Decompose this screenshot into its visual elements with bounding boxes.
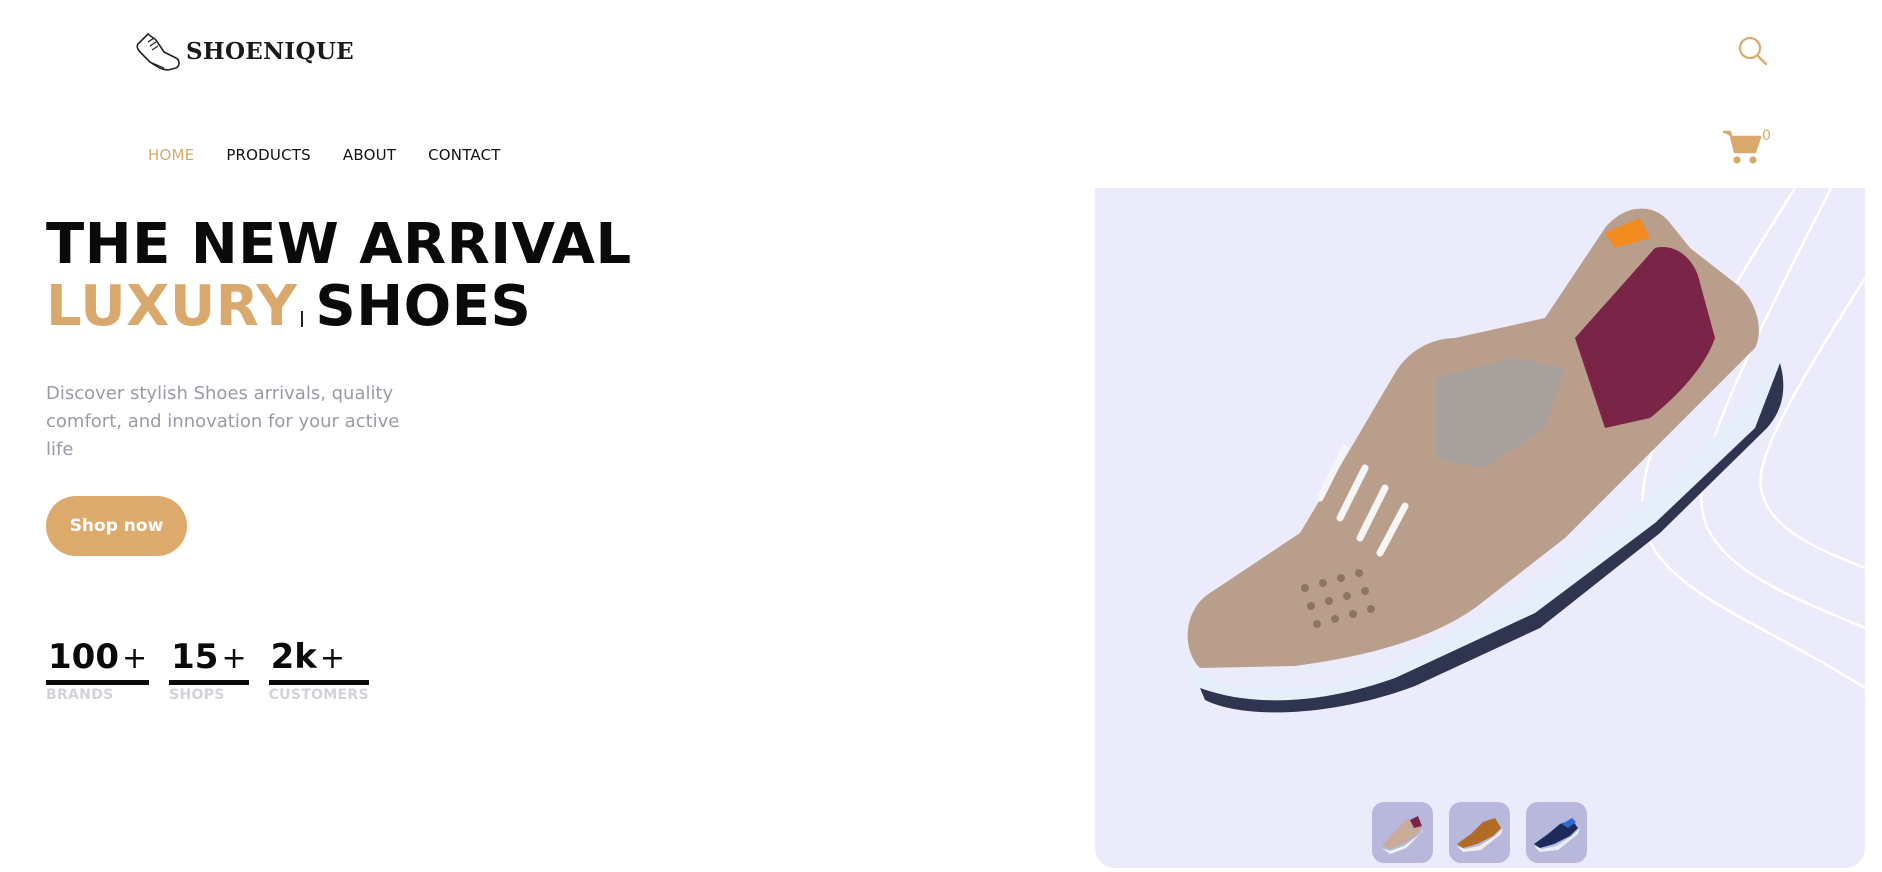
nav-contact[interactable]: CONTACT xyxy=(428,146,501,164)
cart-count-badge: 0 xyxy=(1762,128,1771,144)
typing-caret xyxy=(301,311,304,327)
nav-about[interactable]: ABOUT xyxy=(343,146,396,164)
stats-row: 100 + BRANDS 15 + SHOPS 2k + CUSTOMERS xyxy=(46,636,369,703)
sneaker-outline-icon xyxy=(136,32,180,71)
thumbnail-strip xyxy=(1372,802,1587,863)
navy-sneaker-thumbnail-icon xyxy=(1534,818,1580,852)
hero-title-rest: SHOES xyxy=(315,274,532,339)
shop-now-button[interactable]: Shop now xyxy=(46,496,187,556)
hero-title-line2: LUXURY SHOES xyxy=(46,276,632,338)
main-nav: HOME PRODUCTS ABOUT CONTACT xyxy=(148,146,501,164)
stat-label: BRANDS xyxy=(46,687,114,703)
thumbnail-brown-sneaker[interactable] xyxy=(1449,802,1510,863)
stat-customers: 2k + CUSTOMERS xyxy=(268,636,369,703)
hero-title-line1: THE NEW ARRIVAL xyxy=(46,212,632,277)
hero-subtitle: Discover stylish Shoes arrivals, quality… xyxy=(46,383,400,460)
stat-value: 2k + xyxy=(268,636,369,685)
stat-brands: 100 + BRANDS xyxy=(46,636,150,703)
cart-icon xyxy=(1723,130,1762,164)
stat-label: CUSTOMERS xyxy=(268,687,369,703)
brand-logo[interactable]: SHOENIQUE xyxy=(134,30,354,72)
hero-heading: THE NEW ARRIVAL LUXURY SHOES xyxy=(46,214,632,338)
thumbnail-beige-sneaker[interactable] xyxy=(1372,802,1433,863)
product-showcase xyxy=(1095,188,1865,868)
featured-sneaker-image xyxy=(1187,208,1784,713)
cart-button[interactable]: 0 xyxy=(1722,124,1782,168)
hero-title-accent: LUXURY xyxy=(46,274,298,339)
beige-sneaker-thumbnail-icon xyxy=(1382,816,1424,854)
nav-home[interactable]: HOME xyxy=(148,146,194,164)
stat-shops: 15 + SHOPS xyxy=(169,636,249,703)
stat-value: 15 + xyxy=(169,636,249,685)
brand-name: SHOENIQUE xyxy=(186,37,355,65)
brown-sneaker-thumbnail-icon xyxy=(1457,818,1503,852)
search-icon[interactable] xyxy=(1738,36,1768,66)
nav-products[interactable]: PRODUCTS xyxy=(226,146,311,164)
stat-label: SHOPS xyxy=(169,687,225,703)
thumbnail-navy-sneaker[interactable] xyxy=(1526,802,1587,863)
stat-value: 100 + xyxy=(46,636,150,685)
